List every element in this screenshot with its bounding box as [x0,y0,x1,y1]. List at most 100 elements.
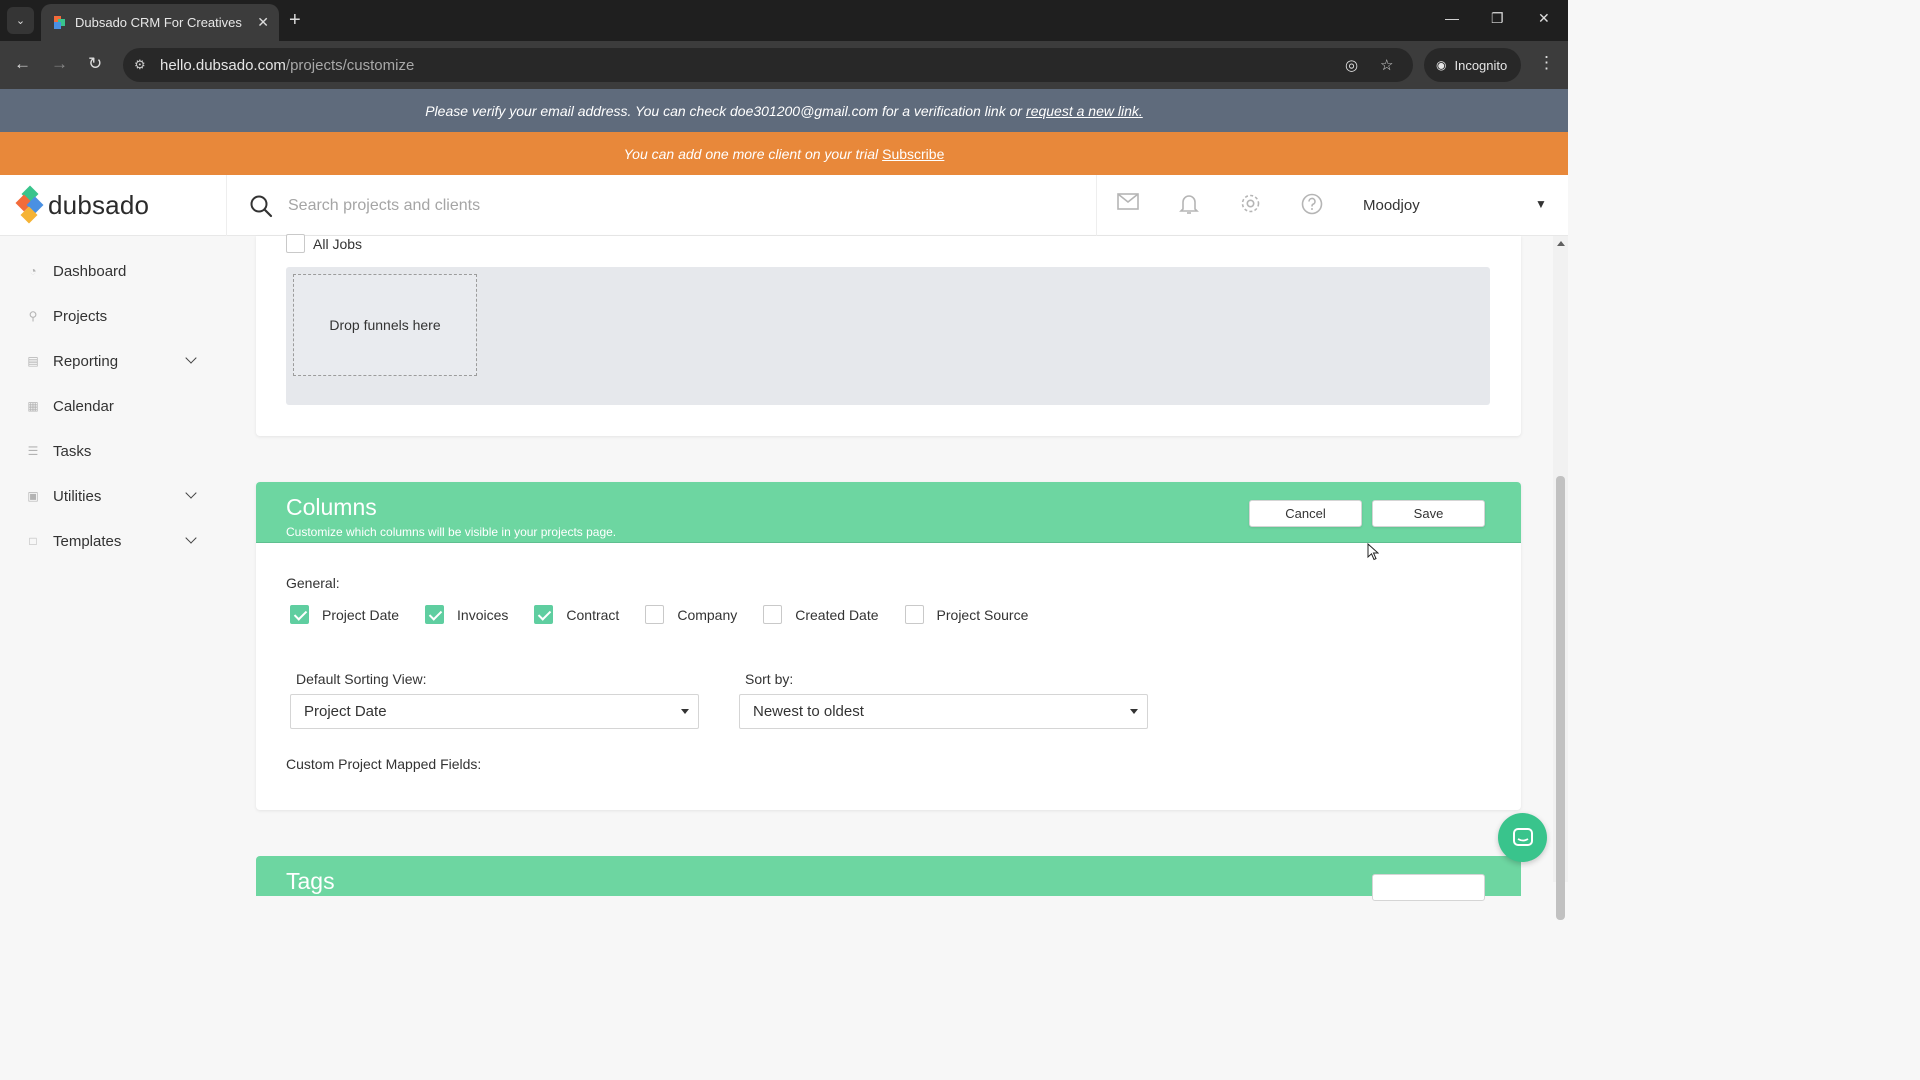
sidebar-item-tasks[interactable]: ☰ Tasks [25,439,205,463]
dubsado-logo[interactable]: dubsado [15,185,150,224]
chat-widget-button[interactable] [1498,813,1547,862]
minimize-icon[interactable]: — [1445,10,1459,26]
sidebar-item-dashboard[interactable]: ◔ Dashboard [25,259,205,283]
browser-menu-icon[interactable]: ⋮ [1538,53,1555,73]
sidebar-item-projects[interactable]: ⚲ Projects [25,304,205,328]
chevron-down-icon [185,352,197,364]
app-header: dubsado Moodjoy ▼ [0,175,1568,236]
custom-fields-label: Custom Project Mapped Fields: [286,756,482,772]
calendar-icon: ▦ [27,399,39,413]
tab-title: Dubsado CRM For Creatives [75,15,242,30]
sort-by-label: Sort by: [745,671,794,687]
option-project-source[interactable]: Project Source [904,605,1028,624]
back-icon[interactable]: ← [14,54,31,74]
logo-mark-icon [15,185,44,224]
settings-gear-icon[interactable] [1240,193,1261,219]
help-icon[interactable] [1301,193,1323,220]
columns-title: Columns [286,494,377,520]
user-menu-name[interactable]: Moodjoy [1363,197,1420,214]
url-text: hello.dubsado.com/projects/customize [160,57,415,74]
created-date-checkbox[interactable] [763,605,783,624]
header-divider [1096,175,1097,236]
funnels-card: All Jobs Drop funnels here [256,234,1521,436]
columns-subtitle: Customize which columns will be visible … [286,525,617,539]
column-options: Project Date Invoices Contract Company C… [290,605,1054,624]
browser-tab[interactable]: Dubsado CRM For Creatives ✕ [41,4,279,41]
incognito-icon: ◉ [1436,58,1447,72]
sidebar: ◔ Dashboard ⚲ Projects ▤ Reporting ▦ Cal… [0,236,226,882]
project-date-checkbox[interactable] [290,605,309,624]
tab-list-chevron-icon[interactable]: ⌄ [7,7,34,34]
verify-email-banner: Please verify your email address. You ca… [0,89,1568,132]
funnel-drop-area: Drop funnels here [286,267,1490,405]
restore-icon[interactable]: ❐ [1491,10,1504,27]
chart-icon: ▤ [27,354,39,368]
subscribe-link[interactable]: Subscribe [882,146,944,162]
caret-down-icon [681,709,689,714]
toolbox-icon: ▣ [27,489,39,503]
company-checkbox[interactable] [645,605,665,624]
option-invoices[interactable]: Invoices [425,605,508,624]
trial-text: You can add one more client on your tria… [623,145,879,162]
new-tab-icon[interactable]: + [289,9,301,31]
bell-icon[interactable] [1179,193,1199,220]
logo-text: dubsado [48,189,150,220]
default-sorting-label: Default Sorting View: [296,671,427,687]
window-close-icon[interactable]: ✕ [1538,10,1550,27]
option-company[interactable]: Company [645,605,737,624]
search-input[interactable] [288,191,1078,221]
header-divider [226,175,227,236]
chevron-down-icon [185,487,197,499]
incognito-badge[interactable]: ◉ Incognito [1424,48,1521,82]
sidebar-item-utilities[interactable]: ▣ Utilities [25,484,205,508]
sidebar-item-reporting[interactable]: ▤ Reporting [25,349,205,373]
gauge-icon: ◔ [29,264,37,278]
verify-text: Please verify your email address. You ca… [425,102,1023,119]
save-button[interactable]: Save [1372,500,1485,527]
browser-toolbar: ← → ↻ ⚙ hello.dubsado.com/projects/custo… [0,41,1568,89]
general-label: General: [286,575,340,591]
columns-card: Columns Customize which columns will be … [256,482,1521,810]
request-new-link[interactable]: request a new link. [1026,103,1143,119]
trial-banner: You can add one more client on your tria… [0,132,1568,175]
forward-icon[interactable]: → [51,54,68,74]
option-project-date[interactable]: Project Date [290,605,399,624]
scroll-thumb[interactable] [1556,476,1565,920]
tab-close-icon[interactable]: ✕ [257,14,269,31]
invoices-checkbox[interactable] [425,605,445,624]
caret-down-icon [1130,709,1138,714]
mail-icon[interactable] [1117,193,1139,216]
mouse-cursor-icon [1367,543,1379,561]
contract-checkbox[interactable] [534,605,554,624]
list-icon: ☰ [27,444,39,458]
page-scrollbar[interactable] [1553,236,1568,920]
tags-title: Tags [286,868,335,894]
all-jobs-checkbox[interactable] [286,234,305,253]
sidebar-item-templates[interactable]: □ Templates [25,529,205,553]
funnel-drop-target[interactable]: Drop funnels here [293,274,477,376]
columns-header: Columns Customize which columns will be … [256,482,1521,543]
browser-tabstrip: ⌄ Dubsado CRM For Creatives ✕ + — ❐ ✕ [0,0,1568,41]
address-bar[interactable]: ⚙ hello.dubsado.com/projects/customize ◎… [123,48,1413,82]
eye-off-icon[interactable]: ◎ [1345,56,1358,74]
chevron-down-icon [185,532,197,544]
document-icon: □ [29,534,37,548]
reload-icon[interactable]: ↻ [88,54,102,74]
sidebar-item-calendar[interactable]: ▦ Calendar [25,394,205,418]
user-menu-chevron-icon[interactable]: ▼ [1535,197,1547,211]
cancel-button[interactable]: Cancel [1249,500,1362,527]
option-created-date[interactable]: Created Date [763,605,879,624]
funnel-icon: ⚲ [28,309,38,323]
option-contract[interactable]: Contract [534,605,619,624]
tags-card: Tags [256,856,1521,901]
default-sorting-select[interactable]: Project Date [290,694,699,729]
all-jobs-option[interactable]: All Jobs [286,234,362,253]
site-settings-icon[interactable]: ⚙ [134,57,146,73]
search-icon[interactable] [249,194,273,223]
project-source-checkbox[interactable] [904,605,924,624]
sort-by-select[interactable]: Newest to oldest [739,694,1148,729]
scroll-up-icon[interactable] [1557,241,1565,246]
dubsado-favicon-icon [51,15,65,30]
tags-action-button[interactable] [1372,874,1485,901]
bookmark-star-icon[interactable]: ☆ [1380,56,1393,74]
